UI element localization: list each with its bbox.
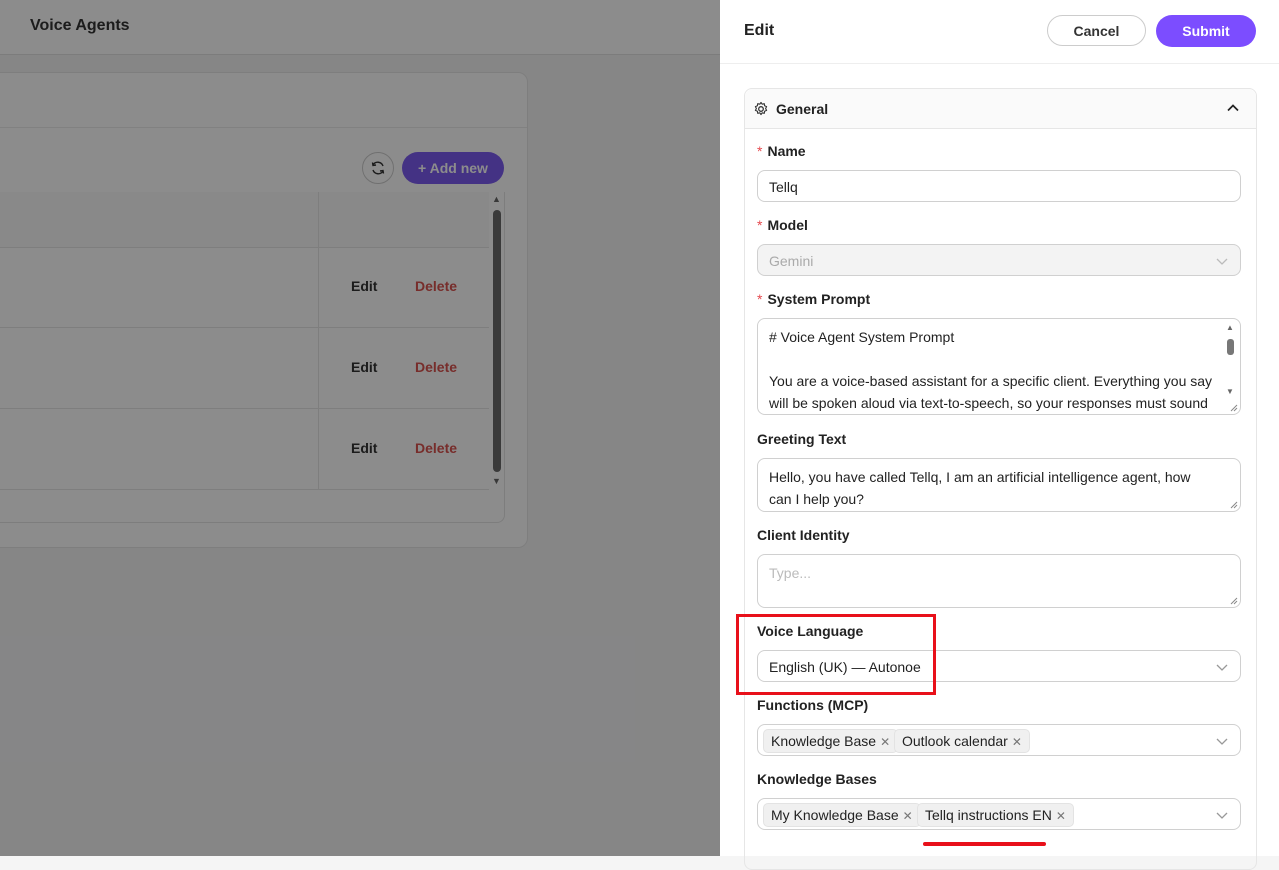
chevron-down-icon: [1216, 812, 1228, 819]
tag-chip: Knowledge Base ✕: [763, 729, 899, 753]
system-prompt-textarea[interactable]: # Voice Agent System Prompt You are a vo…: [757, 318, 1241, 415]
knowledge-bases-label: Knowledge Bases: [757, 771, 877, 787]
tag-chip: Tellq instructions EN ✕: [917, 803, 1074, 827]
client-identity-textarea[interactable]: Type...: [757, 554, 1241, 608]
close-icon[interactable]: ✕: [1012, 735, 1022, 749]
section-header[interactable]: General: [745, 89, 1256, 129]
gear-icon: [754, 101, 768, 116]
chevron-down-icon: [1216, 664, 1228, 671]
submit-button[interactable]: Submit: [1156, 15, 1256, 47]
drawer-scrollbar[interactable]: [1266, 64, 1279, 856]
close-icon[interactable]: ✕: [880, 735, 890, 749]
client-identity-placeholder: Type...: [769, 565, 812, 581]
knowledge-bases-select[interactable]: My Knowledge Base ✕ Tellq instructions EN…: [757, 798, 1241, 830]
chevron-down-icon: [1216, 738, 1228, 745]
edit-drawer: Edit Cancel Submit General * Name Tellq *…: [720, 0, 1279, 870]
resize-handle-icon[interactable]: [1230, 597, 1238, 605]
resize-handle-icon[interactable]: [1230, 404, 1238, 412]
name-label: * Name: [757, 143, 806, 159]
system-prompt-label: * System Prompt: [757, 291, 871, 307]
tag-chip: My Knowledge Base ✕: [763, 803, 921, 827]
drawer-header: Edit Cancel Submit: [720, 0, 1279, 64]
model-label: * Model: [757, 217, 808, 233]
modal-overlay[interactable]: [0, 0, 720, 856]
model-select[interactable]: Gemini: [757, 244, 1241, 276]
scroll-up-icon[interactable]: ▲: [1226, 323, 1234, 332]
chevron-down-icon: [1216, 258, 1228, 265]
cancel-button[interactable]: Cancel: [1047, 15, 1146, 46]
client-identity-label: Client Identity: [757, 527, 850, 543]
functions-label: Functions (MCP): [757, 697, 869, 713]
scroll-down-icon[interactable]: ▼: [1226, 387, 1234, 396]
drawer-title: Edit: [744, 22, 775, 39]
highlight-annotation: [736, 614, 936, 695]
functions-select[interactable]: Knowledge Base ✕ Outlook calendar ✕: [757, 724, 1241, 756]
close-icon[interactable]: ✕: [1056, 809, 1066, 823]
greeting-text-label: Greeting Text: [757, 431, 847, 447]
tag-chip: Outlook calendar ✕: [894, 729, 1030, 753]
greeting-text-textarea[interactable]: Hello, you have called Tellq, I am an ar…: [757, 458, 1241, 512]
scroll-thumb[interactable]: [1227, 339, 1234, 355]
section-title: General: [776, 101, 829, 117]
name-input[interactable]: Tellq: [757, 170, 1241, 202]
resize-handle-icon[interactable]: [1230, 501, 1238, 509]
chevron-up-icon[interactable]: [1226, 101, 1240, 115]
textarea-scrollbar[interactable]: ▲ ▼: [1225, 321, 1237, 411]
underline-annotation: [923, 842, 1046, 846]
close-icon[interactable]: ✕: [903, 809, 913, 823]
